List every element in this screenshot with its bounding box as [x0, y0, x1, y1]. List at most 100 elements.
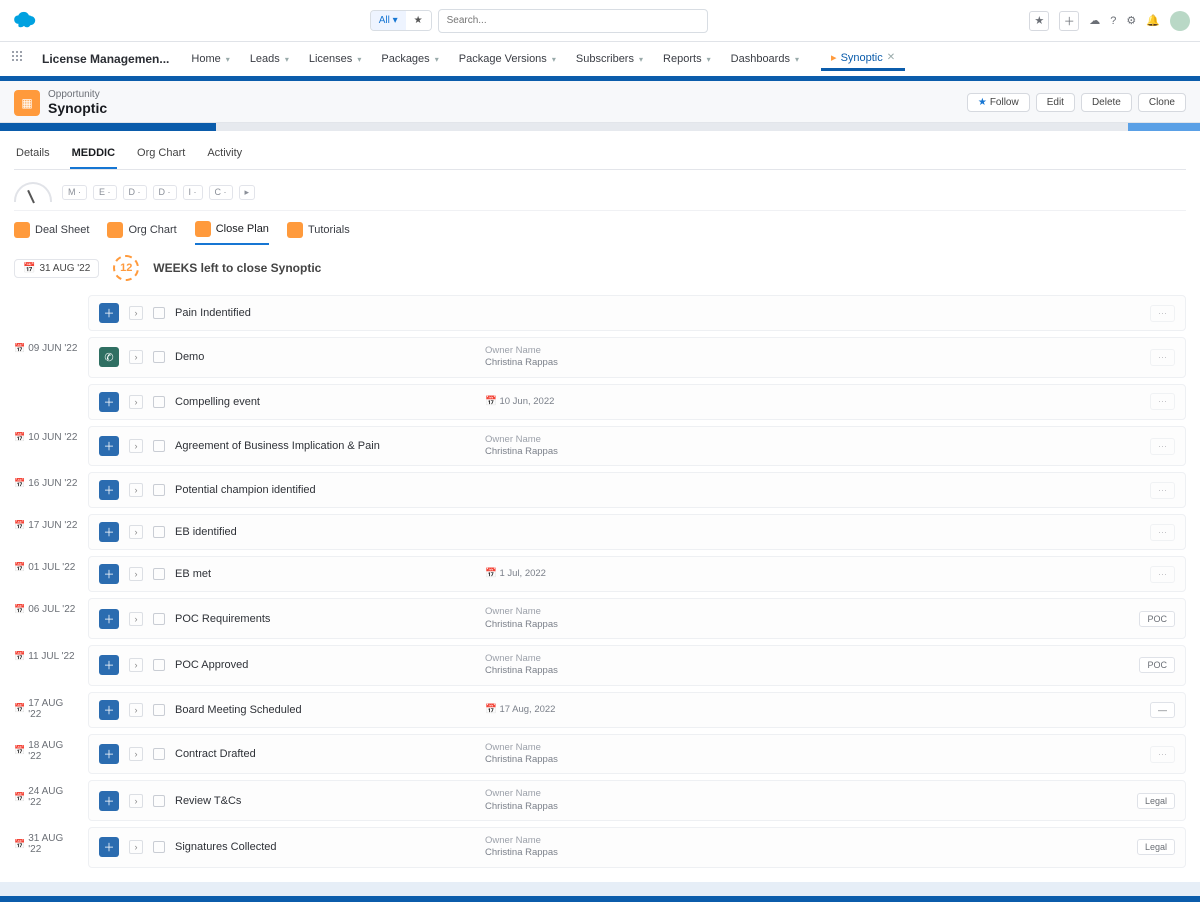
- setup-icon[interactable]: ⚙: [1126, 14, 1136, 27]
- score-chip[interactable]: D ·: [153, 185, 177, 200]
- task-checkbox[interactable]: [153, 613, 165, 625]
- expand-icon[interactable]: ›: [129, 483, 143, 497]
- subtab-dealsheet[interactable]: Deal Sheet: [14, 217, 89, 245]
- favorite-icon[interactable]: ★: [1029, 11, 1049, 31]
- task-checkbox[interactable]: [153, 440, 165, 452]
- expand-icon[interactable]: ›: [129, 794, 143, 808]
- expand-icon[interactable]: ›: [129, 350, 143, 364]
- nav-item[interactable]: Licenses ▾: [301, 47, 370, 71]
- expand-icon[interactable]: ›: [129, 612, 143, 626]
- close-plan-card[interactable]: ＋›Agreement of Business Implication & Pa…: [88, 426, 1186, 467]
- task-checkbox[interactable]: [153, 704, 165, 716]
- nav-item[interactable]: Package Versions ▾: [451, 47, 564, 71]
- score-chip[interactable]: D ·: [123, 185, 147, 200]
- score-chip[interactable]: E ·: [93, 185, 117, 200]
- clone-button[interactable]: Clone: [1138, 93, 1186, 112]
- score-chip[interactable]: ▸: [239, 185, 256, 200]
- subtab-tutorials[interactable]: Tutorials: [287, 217, 350, 245]
- notification-icon[interactable]: 🔔: [1146, 14, 1160, 27]
- card-menu-icon[interactable]: ⋯: [1150, 746, 1175, 763]
- close-plan-card[interactable]: ＋›POC RequirementsOwner NameChristina Ra…: [88, 598, 1186, 639]
- expand-icon[interactable]: ›: [129, 747, 143, 761]
- path-progress[interactable]: [0, 123, 1200, 131]
- expand-icon[interactable]: ›: [129, 395, 143, 409]
- global-search-input[interactable]: [438, 9, 708, 33]
- card-badge: Legal: [1137, 793, 1175, 809]
- card-menu-icon[interactable]: ⋯: [1150, 566, 1175, 583]
- task-checkbox[interactable]: [153, 307, 165, 319]
- close-plan-card[interactable]: ＋›Compelling event📅 10 Jun, 2022⋯: [88, 384, 1186, 420]
- close-plan-rows: ＋›Pain Indentified⋯📅 09 JUN '22✆›DemoOwn…: [14, 295, 1186, 868]
- task-checkbox[interactable]: [153, 568, 165, 580]
- expand-icon[interactable]: ›: [129, 840, 143, 854]
- close-plan-card[interactable]: ＋›EB identified⋯: [88, 514, 1186, 550]
- close-plan-card[interactable]: ＋›Potential champion identified⋯: [88, 472, 1186, 508]
- task-checkbox[interactable]: [153, 795, 165, 807]
- close-plan-card[interactable]: ＋›Signatures CollectedOwner NameChristin…: [88, 827, 1186, 868]
- task-checkbox[interactable]: [153, 526, 165, 538]
- avatar-icon[interactable]: [1170, 11, 1190, 31]
- card-menu-icon[interactable]: ⋯: [1150, 393, 1175, 410]
- close-plan-card[interactable]: ✆›DemoOwner NameChristina Rappas⋯: [88, 337, 1186, 378]
- expand-icon[interactable]: ›: [129, 703, 143, 717]
- task-checkbox[interactable]: [153, 351, 165, 363]
- workspace-tab[interactable]: ▸Synoptic✕: [821, 47, 905, 71]
- scope-toggle[interactable]: All ▾★: [370, 10, 432, 31]
- score-chip[interactable]: C ·: [209, 185, 233, 200]
- close-plan-card[interactable]: ＋›Review T&CsOwner NameChristina RappasL…: [88, 780, 1186, 821]
- app-launcher-icon[interactable]: [12, 51, 28, 67]
- expand-icon[interactable]: ›: [129, 306, 143, 320]
- task-checkbox[interactable]: [153, 748, 165, 760]
- add-icon: ＋: [99, 522, 119, 542]
- expand-icon[interactable]: ›: [129, 658, 143, 672]
- expand-icon[interactable]: ›: [129, 525, 143, 539]
- close-date-chip[interactable]: 📅31 AUG '22: [14, 259, 99, 278]
- score-strip: M · E · D · D · I · C · ▸: [14, 178, 1186, 211]
- nav-item[interactable]: Dashboards ▾: [723, 47, 807, 71]
- tab-meddic[interactable]: MEDDIC: [70, 141, 117, 169]
- close-plan-card[interactable]: ＋›EB met📅 1 Jul, 2022⋯: [88, 556, 1186, 592]
- card-menu-icon[interactable]: ⋯: [1150, 524, 1175, 541]
- score-chip[interactable]: M ·: [62, 185, 87, 200]
- card-menu-icon[interactable]: ⋯: [1150, 438, 1175, 455]
- card-menu-icon[interactable]: ⋯: [1150, 482, 1175, 499]
- trail-icon[interactable]: ☁: [1089, 14, 1100, 27]
- nav-item[interactable]: Reports ▾: [655, 47, 719, 71]
- score-chip[interactable]: I ·: [183, 185, 203, 200]
- task-checkbox[interactable]: [153, 659, 165, 671]
- follow-button[interactable]: ★Follow: [967, 93, 1030, 112]
- help-icon[interactable]: ?: [1110, 15, 1116, 27]
- add-icon: ＋: [99, 609, 119, 629]
- close-plan-card[interactable]: ＋›Contract DraftedOwner NameChristina Ra…: [88, 734, 1186, 775]
- expand-icon[interactable]: ›: [129, 567, 143, 581]
- card-menu-icon[interactable]: ⋯: [1150, 305, 1175, 322]
- subtab-orgchart[interactable]: Org Chart: [107, 217, 176, 245]
- expand-icon[interactable]: ›: [129, 439, 143, 453]
- task-checkbox[interactable]: [153, 484, 165, 496]
- nav-item[interactable]: Packages ▾: [373, 47, 446, 71]
- card-badge: POC: [1139, 657, 1175, 673]
- add-icon: ＋: [99, 436, 119, 456]
- tab-details[interactable]: Details: [14, 141, 52, 169]
- card-owner: Owner NameChristina Rappas: [485, 434, 558, 459]
- global-header: All ▾★ ★ ＋ ☁ ? ⚙ 🔔: [0, 0, 1200, 42]
- nav-item[interactable]: Subscribers ▾: [568, 47, 651, 71]
- card-menu-icon[interactable]: ⋯: [1150, 349, 1175, 366]
- edit-button[interactable]: Edit: [1036, 93, 1075, 112]
- delete-button[interactable]: Delete: [1081, 93, 1132, 112]
- subtab-closeplan[interactable]: Close Plan: [195, 217, 269, 245]
- close-plan-card[interactable]: ＋›Pain Indentified⋯: [88, 295, 1186, 331]
- add-icon[interactable]: ＋: [1059, 11, 1079, 31]
- tab-orgchart[interactable]: Org Chart: [135, 141, 187, 169]
- tab-activity[interactable]: Activity: [205, 141, 244, 169]
- task-checkbox[interactable]: [153, 396, 165, 408]
- app-nav: License Managemen... Home ▾Leads ▾Licens…: [0, 42, 1200, 78]
- nav-item[interactable]: Home ▾: [183, 47, 237, 71]
- card-title: POC Approved: [175, 659, 475, 671]
- utility-bar[interactable]: [0, 896, 1200, 902]
- nav-item[interactable]: Leads ▾: [242, 47, 297, 71]
- task-checkbox[interactable]: [153, 841, 165, 853]
- close-plan-card[interactable]: ＋›Board Meeting Scheduled📅 17 Aug, 2022—: [88, 692, 1186, 728]
- close-plan-card[interactable]: ＋›POC ApprovedOwner NameChristina Rappas…: [88, 645, 1186, 686]
- close-icon[interactable]: ✕: [887, 52, 895, 63]
